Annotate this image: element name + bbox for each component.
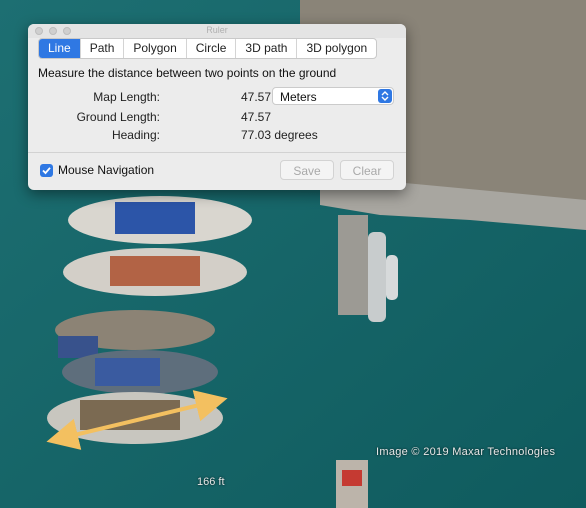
- tab-3d-polygon[interactable]: 3D polygon: [297, 39, 376, 58]
- measure-mode-tabs: Line Path Polygon Circle 3D path 3D poly…: [38, 38, 378, 59]
- tab-3d-path[interactable]: 3D path: [236, 39, 298, 58]
- ground-length-label: Ground Length:: [76, 110, 160, 124]
- checkmark-icon: [42, 167, 51, 175]
- save-button[interactable]: Save: [280, 160, 334, 180]
- divider: [28, 152, 406, 153]
- ground-length-value: 47.57: [241, 110, 272, 124]
- map-length-value: 47.57: [241, 90, 272, 104]
- chevron-updown-icon[interactable]: [378, 89, 392, 103]
- ruler-window: Ruler Line Path Polygon Circle 3D path 3…: [28, 24, 406, 190]
- tab-circle[interactable]: Circle: [187, 39, 237, 58]
- window-title: Ruler: [206, 25, 228, 35]
- unit-select-value: Meters: [280, 90, 317, 104]
- tab-polygon[interactable]: Polygon: [124, 39, 187, 58]
- tab-line[interactable]: Line: [39, 39, 81, 58]
- instruction-text: Measure the distance between two points …: [38, 66, 337, 80]
- scale-label: 166 ft: [197, 476, 225, 488]
- map-attribution: Image © 2019 Maxar Technologies: [376, 446, 556, 458]
- titlebar: Ruler: [28, 24, 406, 38]
- tab-path[interactable]: Path: [81, 39, 125, 58]
- pier: [338, 215, 368, 315]
- heading-value: 77.03 degrees: [241, 128, 318, 142]
- ground-length-row: Ground Length: 47.57: [28, 110, 406, 126]
- map-length-label: Map Length:: [93, 90, 160, 104]
- mouse-navigation-checkbox[interactable]: [40, 164, 53, 177]
- mouse-navigation-label: Mouse Navigation: [58, 163, 155, 177]
- heading-row: Heading: 77.03 degrees: [28, 128, 406, 144]
- moored-vessel: [368, 232, 386, 322]
- heading-label: Heading:: [111, 128, 160, 142]
- clear-button[interactable]: Clear: [340, 160, 394, 180]
- unit-select[interactable]: Meters: [272, 87, 394, 105]
